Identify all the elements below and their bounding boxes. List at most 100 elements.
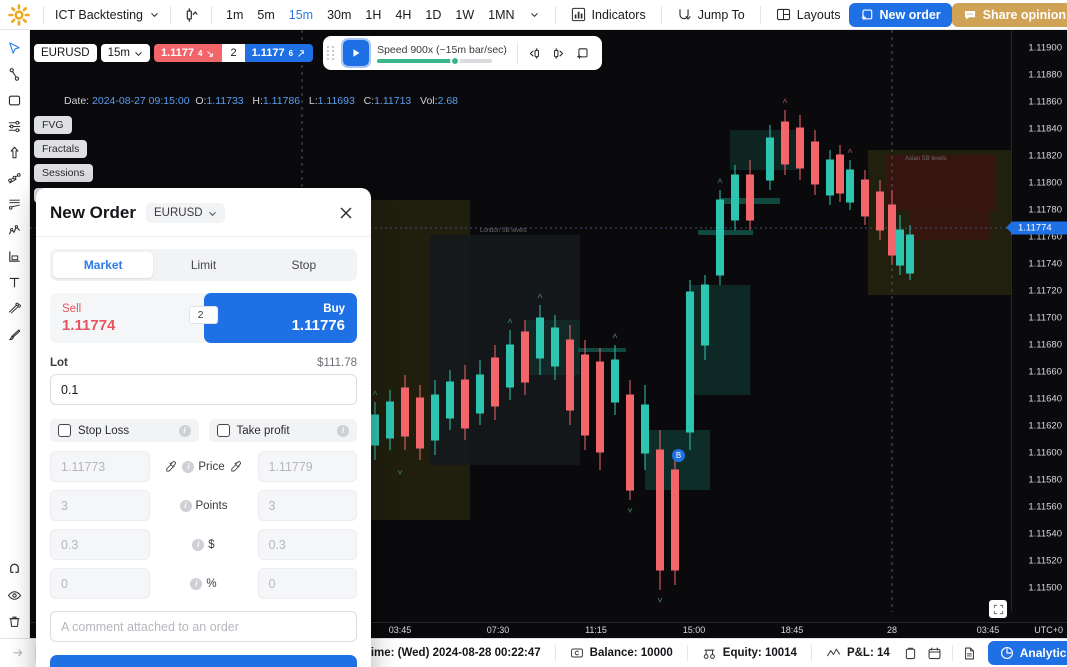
- eyedropper-icon[interactable]: [164, 460, 178, 474]
- percent-info-icon[interactable]: i: [190, 577, 203, 590]
- timeframe-30m[interactable]: 30m: [320, 5, 358, 25]
- close-button[interactable]: [335, 202, 357, 224]
- order-symbol-selector[interactable]: EURUSD: [145, 203, 225, 223]
- stop-loss-dollar-input[interactable]: [50, 529, 150, 560]
- jump-to-button[interactable]: Jump To: [669, 3, 753, 26]
- parallel-channel-tool-icon[interactable]: [3, 192, 27, 216]
- timeframe-4h[interactable]: 4H: [388, 5, 418, 25]
- expand-panel-icon[interactable]: [6, 642, 30, 664]
- fib-retracement-tool-icon[interactable]: [3, 114, 27, 138]
- trend-line-tool-icon[interactable]: [3, 62, 27, 86]
- indicator-chip-fractals[interactable]: Fractals: [34, 140, 88, 158]
- page-title: New Order: [50, 203, 136, 222]
- elliott-wave-tool-icon[interactable]: [3, 218, 27, 242]
- place-order-button[interactable]: Place order: [50, 655, 357, 667]
- brush-tool-icon[interactable]: [3, 322, 27, 346]
- price-tick: 1.11820: [1028, 150, 1062, 162]
- position-marker[interactable]: B: [672, 449, 685, 462]
- buy-button[interactable]: Buy 1.11776: [203, 293, 357, 343]
- time-label: Time: (Wed) 2024-08-28 00:22:47: [364, 647, 541, 659]
- spread-value: 2: [188, 306, 219, 324]
- stop-loss-checkbox[interactable]: [58, 424, 71, 437]
- step-forward-button[interactable]: [548, 42, 570, 64]
- tab-limit[interactable]: Limit: [153, 252, 253, 278]
- chart-buy-button[interactable]: 1.1177 6: [244, 44, 314, 62]
- cursor-tool-icon[interactable]: [3, 36, 27, 60]
- take-profit-percent-input[interactable]: [257, 568, 357, 599]
- indicator-chip-fvg[interactable]: FVG: [34, 116, 72, 134]
- candle-type-icon[interactable]: [178, 4, 204, 26]
- order-comment-input[interactable]: [50, 611, 357, 642]
- timeframe-1w[interactable]: 1W: [448, 5, 481, 25]
- indicators-button[interactable]: Indicators: [563, 3, 654, 26]
- take-profit-info-icon[interactable]: i: [337, 424, 349, 437]
- indicator-chip-sessions[interactable]: Sessions: [34, 164, 93, 182]
- stop-loss-toggle-row[interactable]: Stop Loss i: [50, 419, 199, 442]
- timeframe-1h[interactable]: 1H: [358, 5, 388, 25]
- timeframe-15m[interactable]: 15m: [282, 5, 320, 25]
- measure-tool-icon[interactable]: [3, 244, 27, 268]
- pitchfork-tool-icon[interactable]: [3, 166, 27, 190]
- workspace-selector[interactable]: ICT Backtesting: [51, 5, 163, 25]
- stop-loss-price-input[interactable]: [50, 451, 150, 482]
- top-toolbar: ICT Backtesting 1m 5m 15m 30m 1H 4H 1D 1…: [0, 0, 1067, 30]
- layouts-button[interactable]: Layouts: [768, 3, 849, 26]
- take-profit-price-input[interactable]: [257, 451, 357, 482]
- symbol-button[interactable]: EURUSD: [34, 44, 97, 62]
- tab-stop[interactable]: Stop: [254, 252, 354, 278]
- fit-chart-button[interactable]: [989, 600, 1007, 618]
- timeframe-1mn[interactable]: 1MN: [481, 5, 521, 25]
- timeframe-1d[interactable]: 1D: [418, 5, 448, 25]
- patterns-tool-icon[interactable]: [3, 296, 27, 320]
- tab-market[interactable]: Market: [53, 252, 154, 278]
- timeframe-more-icon[interactable]: [522, 4, 548, 26]
- price-scale[interactable]: 1.11900 1.11880 1.11860 1.11840 1.11820 …: [1006, 30, 1067, 612]
- report-icon[interactable]: [958, 642, 982, 664]
- points-info-icon[interactable]: i: [179, 499, 192, 512]
- stop-loss-info-icon[interactable]: i: [178, 424, 191, 437]
- share-opinion-icon: [964, 10, 975, 20]
- timezone-label[interactable]: UTC+0: [1034, 625, 1063, 635]
- play-button[interactable]: [341, 38, 372, 68]
- text-tool-icon[interactable]: [3, 270, 27, 294]
- divider: [686, 645, 688, 661]
- add-replay-order-button[interactable]: [572, 42, 594, 64]
- take-profit-dollar-input[interactable]: [257, 529, 357, 560]
- clipboard-icon[interactable]: [899, 642, 923, 664]
- speed-slider-knob[interactable]: [449, 55, 460, 66]
- stop-loss-percent-input[interactable]: [50, 568, 150, 599]
- share-opinion-button[interactable]: Share opinion: [951, 2, 1067, 27]
- lot-input[interactable]: [50, 374, 357, 405]
- take-profit-toggle-row[interactable]: Take profit i: [208, 419, 357, 442]
- take-profit-checkbox[interactable]: [216, 424, 230, 437]
- speed-slider[interactable]: [377, 55, 493, 66]
- price-info-icon[interactable]: i: [182, 460, 195, 473]
- timeframe-5m[interactable]: 5m: [250, 5, 281, 25]
- hide-drawings-icon[interactable]: [3, 583, 27, 607]
- chart-sell-button[interactable]: 1.1177 4: [153, 44, 223, 62]
- chevron-down-icon: [151, 13, 158, 18]
- divider: [554, 645, 556, 661]
- analytics-button[interactable]: Analytics: [987, 641, 1067, 665]
- rectangle-tool-icon[interactable]: [3, 88, 27, 112]
- time-tick: 07:30: [486, 625, 510, 635]
- magnet-tool-icon[interactable]: [3, 557, 27, 581]
- calendar-icon[interactable]: [923, 642, 947, 664]
- take-profit-points-input[interactable]: [257, 490, 357, 521]
- delete-drawings-icon[interactable]: [3, 609, 27, 633]
- chart-timeframe-button[interactable]: 15m: [100, 44, 150, 62]
- stop-loss-points-input[interactable]: [50, 490, 150, 521]
- dollar-info-icon[interactable]: i: [192, 538, 205, 551]
- new-order-button[interactable]: New order: [848, 2, 952, 27]
- timeframe-1m[interactable]: 1m: [219, 5, 250, 25]
- divider: [810, 645, 812, 661]
- chart-timeframe-label: 15m: [107, 47, 130, 59]
- eyedropper-icon[interactable]: [229, 460, 243, 474]
- sell-button[interactable]: Sell 1.11774: [50, 293, 204, 343]
- analytics-icon: [1000, 647, 1013, 659]
- order-type-tabs: Market Limit Stop: [50, 249, 357, 281]
- arrow-tool-icon[interactable]: [3, 140, 27, 164]
- price-tick: 1.11660: [1028, 366, 1062, 378]
- drag-handle[interactable]: [327, 45, 335, 61]
- step-back-button[interactable]: [524, 42, 546, 64]
